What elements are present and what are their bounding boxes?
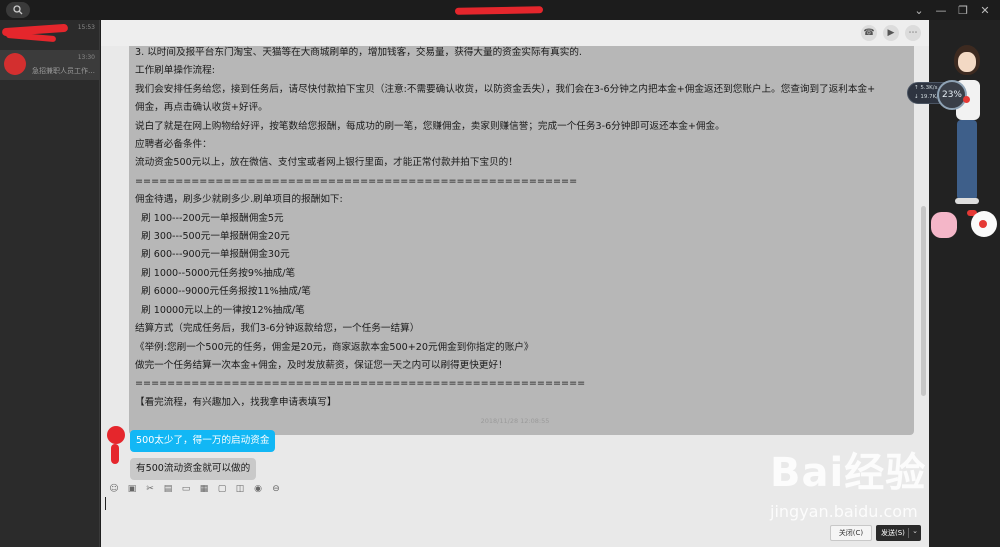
search-button[interactable] — [6, 2, 30, 18]
text-caret — [105, 497, 106, 510]
character-legs — [957, 120, 977, 200]
divider — [908, 528, 909, 538]
close-button[interactable]: 关闭(C) — [830, 525, 872, 541]
title-bar: ⌄ — ❐ ✕ — [0, 0, 1000, 20]
message-line: 刷 300---500元一单报酬佣金20元 — [135, 231, 290, 243]
redaction-scribble — [454, 6, 544, 15]
message-line: 应聘者必备条件： — [135, 139, 212, 151]
message-line: 说白了就是在网上购物给好评，按笔数给您报酬，每成功的刷一笔，您赚佣金，卖家则赚信… — [135, 120, 725, 132]
message-line: 3. 以时间及报平台东门淘宝、天猫等在大商城刷单的，增加钱客，交易量，获得大量的… — [135, 47, 582, 58]
redaction-scribble — [5, 31, 57, 43]
message-line: ========================================… — [135, 378, 586, 390]
send-button[interactable]: 发送(S) ⌄ — [876, 525, 921, 541]
emoji-icon[interactable]: ☺ — [108, 483, 120, 495]
message-line: 做完一个任务结算一次本金+佣金，及时发放薪资，保证您一天之内可以刷得更快更好！ — [135, 359, 508, 371]
incoming-message-bubble: 有500流动资金就可以做的 — [130, 458, 257, 480]
usage-percent-ring[interactable]: 23% — [937, 80, 967, 110]
send-button-label: 发送(S) — [881, 529, 905, 537]
message-line: 佣金，再点击确认收货+好评。 — [135, 102, 268, 114]
redaction-scribble — [111, 444, 119, 464]
more-icon[interactable]: ⋯ — [905, 25, 921, 41]
avatar — [4, 53, 26, 75]
floating-ball-dot — [979, 220, 987, 228]
desktop-widget-column: ↑ 5.3K/s ↓ 19.7K/s 23% — [907, 20, 1000, 547]
upload-speed: ↑ 5.3K/s — [914, 85, 938, 91]
outgoing-message-bubble: 500太少了，得一万的启动资金 — [130, 430, 276, 452]
close-icon[interactable]: ✕ — [976, 2, 994, 18]
message-line: 佣金待遇，刷多少就刷多少.刷单项目的报酬如下: — [135, 194, 343, 206]
message-line: 【看完流程，有兴趣加入，找我拿申请表填写】 — [135, 396, 337, 408]
input-toolbar: ☺ ▣ ✂ ▤ ▭ ▦ ▢ ◫ ◉ ⊖ — [101, 481, 929, 497]
character-face — [958, 52, 976, 72]
incoming-message-bubble: 3. 以时间及报平台东门淘宝、天猫等在大商城刷单的，增加钱客，交易量，获得大量的… — [129, 46, 914, 435]
window-controls: ⌄ — ❐ ✕ — [910, 2, 994, 18]
window-title — [454, 4, 544, 15]
chat-header: ☎ ▶ ⋯ — [101, 20, 929, 46]
conversation-time: 15:53 — [77, 24, 95, 31]
message-line: 结算方式（完成任务后，我们3-6分钟返款给您，一个任务一结算） — [135, 323, 420, 335]
image-icon[interactable]: ▦ — [198, 483, 210, 495]
scrollbar-thumb[interactable] — [921, 206, 926, 396]
minimize-icon[interactable]: — — [932, 2, 950, 18]
message-line: 刷 600---900元一单报酬佣金30元 — [135, 249, 290, 261]
more-options-icon[interactable]: ⊖ — [270, 483, 282, 495]
status-dot — [963, 96, 970, 103]
message-line: 我们会安排任务给您，接到任务后，请尽快付款拍下宝贝（注意:不需要确认收货，以防资… — [135, 83, 876, 95]
conversation-time: 13:30 — [77, 54, 95, 61]
chat-panel: ☎ ▶ ⋯ 3. 以时间及报平台东门淘宝、天猫等在大商城刷单的，增加钱客，交易量… — [101, 20, 929, 547]
chevron-down-icon[interactable]: ⌄ — [912, 527, 918, 535]
phone-icon[interactable]: ☎ — [861, 25, 877, 41]
chevron-down-icon[interactable]: ⌄ — [910, 2, 928, 18]
message-area[interactable]: 3. 以时间及报平台东门淘宝、天猫等在大商城刷单的，增加钱客，交易量，获得大量的… — [101, 46, 929, 481]
avatar[interactable] — [107, 426, 125, 444]
conversation-item-active[interactable]: 13:30 急招兼职人员工作… — [0, 50, 99, 80]
message-line: 工作刷单操作流程: — [135, 65, 215, 77]
message-line: 流动资金500元以上，放在微信、支付宝或者网上银行里面，才能正常付款并拍下宝贝的… — [135, 157, 518, 169]
search-icon — [13, 5, 23, 15]
file-icon[interactable]: ▤ — [162, 483, 174, 495]
character-shoes — [955, 198, 979, 204]
gift-icon[interactable]: ◫ — [234, 483, 246, 495]
video-icon[interactable]: ▶ — [883, 25, 899, 41]
folder-icon[interactable]: ▭ — [180, 483, 192, 495]
scissors-icon[interactable]: ✂ — [144, 483, 156, 495]
gif-icon[interactable]: ▣ — [126, 483, 138, 495]
voice-icon[interactable]: ◉ — [252, 483, 264, 495]
message-line: 刷 6000--9000元任务报按11%抽成/笔 — [135, 286, 311, 298]
message-timestamp: 2018/11/28 12:08:55 — [480, 417, 550, 425]
message-line: ========================================… — [135, 175, 578, 187]
conversation-preview: 急招兼职人员工作… — [32, 67, 95, 75]
message-line: 《举例:您刷一个500元的任务，佣金是20元，商家返款本金500+20元佣金到你… — [135, 341, 534, 353]
conversation-list: 15:53 13:30 急招兼职人员工作… — [0, 20, 100, 547]
message-input[interactable] — [101, 497, 929, 524]
message-line: 刷 100---200元一单报酬佣金5元 — [135, 212, 284, 224]
conversation-item[interactable]: 15:53 — [0, 20, 99, 50]
mascot-icon[interactable] — [931, 212, 957, 238]
restore-icon[interactable]: ❐ — [954, 2, 972, 18]
message-line: 刷 1000--5000元任务按9%抽成/笔 — [135, 267, 296, 279]
message-line: 刷 10000元以上的一律按12%抽成/笔 — [135, 304, 305, 316]
screenshot-icon[interactable]: ▢ — [216, 483, 228, 495]
